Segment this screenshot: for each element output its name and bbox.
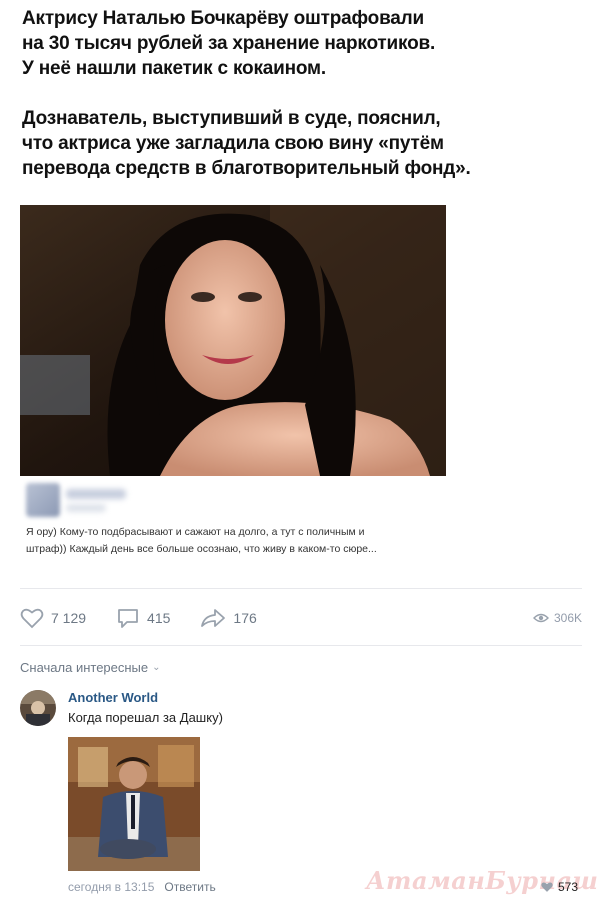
heart-icon — [20, 608, 44, 629]
comment-author[interactable]: Another World — [68, 690, 158, 705]
like-button[interactable]: 7 129 — [20, 607, 86, 629]
headline-line: Актрису Наталью Бочкарёву оштрафовали — [22, 8, 425, 29]
speech-bubble-icon — [118, 609, 138, 628]
comment-avatar[interactable] — [20, 690, 56, 726]
headline-line: Дознаватель, выступивший в суде, пояснил… — [22, 108, 441, 129]
views-count: 306K — [553, 611, 582, 625]
quote-line: штраф)) Каждый день все больше осознаю, … — [26, 543, 377, 555]
comment-like-button[interactable]: 573 — [540, 880, 578, 894]
comment-like-count: 573 — [558, 880, 579, 894]
views-counter: 306K — [532, 611, 582, 625]
comment-button[interactable]: 415 — [116, 607, 170, 629]
headline-line: что актриса уже загладила свою вину «пут… — [22, 133, 444, 154]
comments-sort-dropdown[interactable]: Сначала интересные ⌄ — [20, 660, 161, 675]
divider — [20, 588, 582, 589]
divider — [20, 645, 582, 646]
share-count: 176 — [233, 610, 257, 626]
eye-icon — [532, 613, 549, 623]
headline-line: У неё нашли пакетик с кокаином. — [22, 58, 326, 79]
source-avatar[interactable] — [26, 483, 60, 517]
post-actions: 7 129 415 176 306K — [20, 604, 582, 632]
heart-icon — [541, 882, 553, 892]
share-arrow-icon — [201, 609, 226, 627]
source-date-blurred — [66, 504, 106, 512]
source-name-blurred[interactable] — [66, 489, 126, 499]
chevron-down-icon: ⌄ — [152, 662, 161, 673]
comment-time[interactable]: сегодня в 13:15 — [68, 880, 154, 894]
headline-line: перевода средств в благотворительный фон… — [22, 158, 471, 179]
reply-button[interactable]: Ответить — [164, 880, 215, 894]
post-photo[interactable] — [20, 205, 446, 476]
comment-attached-image[interactable] — [68, 737, 200, 871]
comment-count: 415 — [147, 610, 171, 626]
comment-text: Когда порешал за Дашку) — [68, 710, 223, 725]
post-quote: Я ору) Кому-то подбрасывают и сажают на … — [26, 524, 436, 558]
like-count: 7 129 — [51, 610, 87, 626]
quote-line: Я ору) Кому-то подбрасывают и сажают на … — [26, 526, 365, 538]
headline-line: на 30 тысяч рублей за хранение наркотико… — [22, 33, 436, 54]
comment-footer: сегодня в 13:15 Ответить — [68, 880, 216, 894]
sort-label: Сначала интересные — [20, 660, 149, 675]
share-button[interactable]: 176 — [200, 607, 257, 629]
post-headline: Актрису Наталью Бочкарёву оштрафовали на… — [22, 6, 582, 181]
